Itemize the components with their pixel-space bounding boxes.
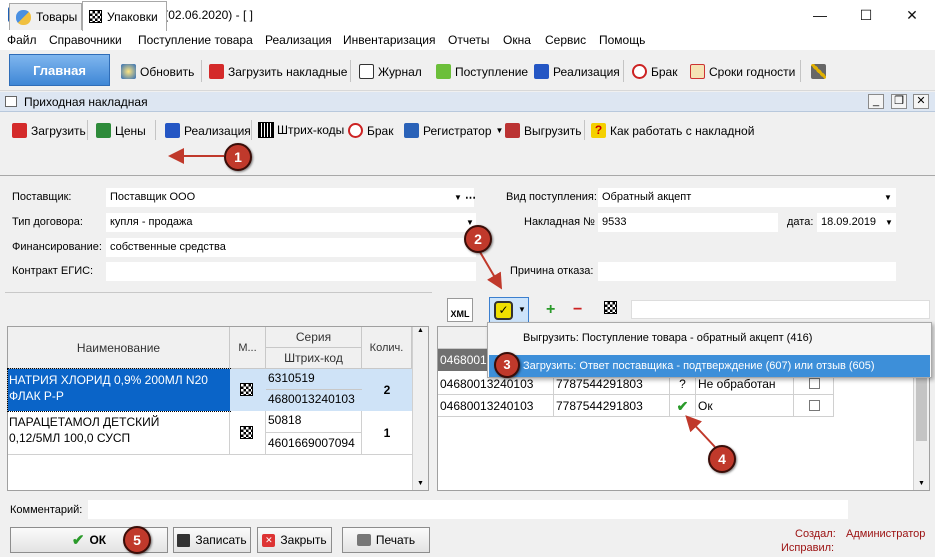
annotation-badge-1: 1: [224, 143, 252, 171]
arrow-2: [479, 251, 503, 290]
annotation-badge-5: 5: [123, 526, 151, 554]
annotation-badge-4: 4: [708, 445, 736, 473]
arrow-4: [685, 415, 716, 448]
annotation-arrows: [168, 148, 716, 448]
annotation-badge-3: 3: [494, 352, 520, 378]
annotation-badge-2: 2: [464, 225, 492, 253]
